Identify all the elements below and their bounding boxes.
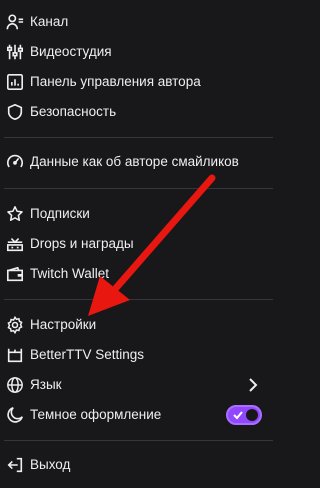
menu-label-drops: Drops и награды — [30, 236, 134, 251]
menu-label-studio: Видеостудия — [30, 44, 112, 59]
star-icon — [5, 204, 25, 224]
dashboard-icon — [5, 72, 25, 92]
menu-item-dark-theme[interactable]: Темное оформление — [0, 400, 277, 430]
menu-item-dashboard[interactable]: Панель управления автора — [0, 67, 277, 97]
divider — [4, 440, 273, 441]
user-menu: Канал Видеостудия Панель управления авто… — [0, 0, 277, 488]
menu-item-settings[interactable]: Настройки — [0, 310, 277, 340]
menu-label-bttv: BetterTTV Settings — [30, 347, 145, 362]
wallet-icon — [5, 264, 25, 284]
menu-label-subscriptions: Подписки — [30, 206, 90, 221]
check-icon — [233, 411, 243, 420]
globe-icon — [5, 375, 25, 395]
menu-item-security[interactable]: Безопасность — [0, 97, 277, 127]
menu-item-bttv[interactable]: BetterTTV Settings — [0, 340, 277, 370]
menu-label-emotes: Данные как об авторе смайликов — [30, 154, 239, 169]
toggle-knob — [246, 409, 258, 421]
menu-label-settings: Настройки — [30, 317, 97, 332]
gauge-icon — [5, 152, 25, 172]
divider — [4, 188, 273, 189]
menu-item-emotes[interactable]: Данные как об авторе смайликов — [0, 147, 277, 177]
bttv-icon — [5, 345, 25, 365]
menu-item-drops[interactable]: Drops и награды — [0, 229, 277, 259]
gift-icon — [5, 234, 25, 254]
menu-label-language: Язык — [30, 377, 62, 392]
menu-item-channel[interactable]: Канал — [0, 7, 277, 37]
divider — [4, 137, 273, 138]
menu-item-studio[interactable]: Видеостудия — [0, 37, 277, 67]
menu-label-dark-theme: Темное оформление — [30, 407, 162, 422]
menu-item-language[interactable]: Язык — [0, 370, 277, 400]
divider — [4, 299, 273, 300]
menu-item-wallet[interactable]: Twitch Wallet — [0, 259, 277, 289]
gear-icon — [5, 315, 25, 335]
menu-label-wallet: Twitch Wallet — [30, 266, 110, 281]
menu-label-dashboard: Панель управления автора — [30, 74, 201, 89]
moon-icon — [5, 405, 25, 425]
user-icon — [5, 12, 25, 32]
logout-icon — [5, 455, 25, 475]
menu-label-channel: Канал — [30, 14, 69, 29]
sliders-icon — [5, 42, 25, 62]
menu-item-logout[interactable]: Выход — [0, 450, 277, 480]
dark-theme-toggle[interactable] — [226, 405, 262, 425]
menu-label-security: Безопасность — [30, 104, 117, 119]
menu-label-logout: Выход — [30, 457, 71, 472]
shield-icon — [5, 102, 25, 122]
menu-item-subscriptions[interactable]: Подписки — [0, 199, 277, 229]
chevron-right-icon — [249, 378, 258, 392]
